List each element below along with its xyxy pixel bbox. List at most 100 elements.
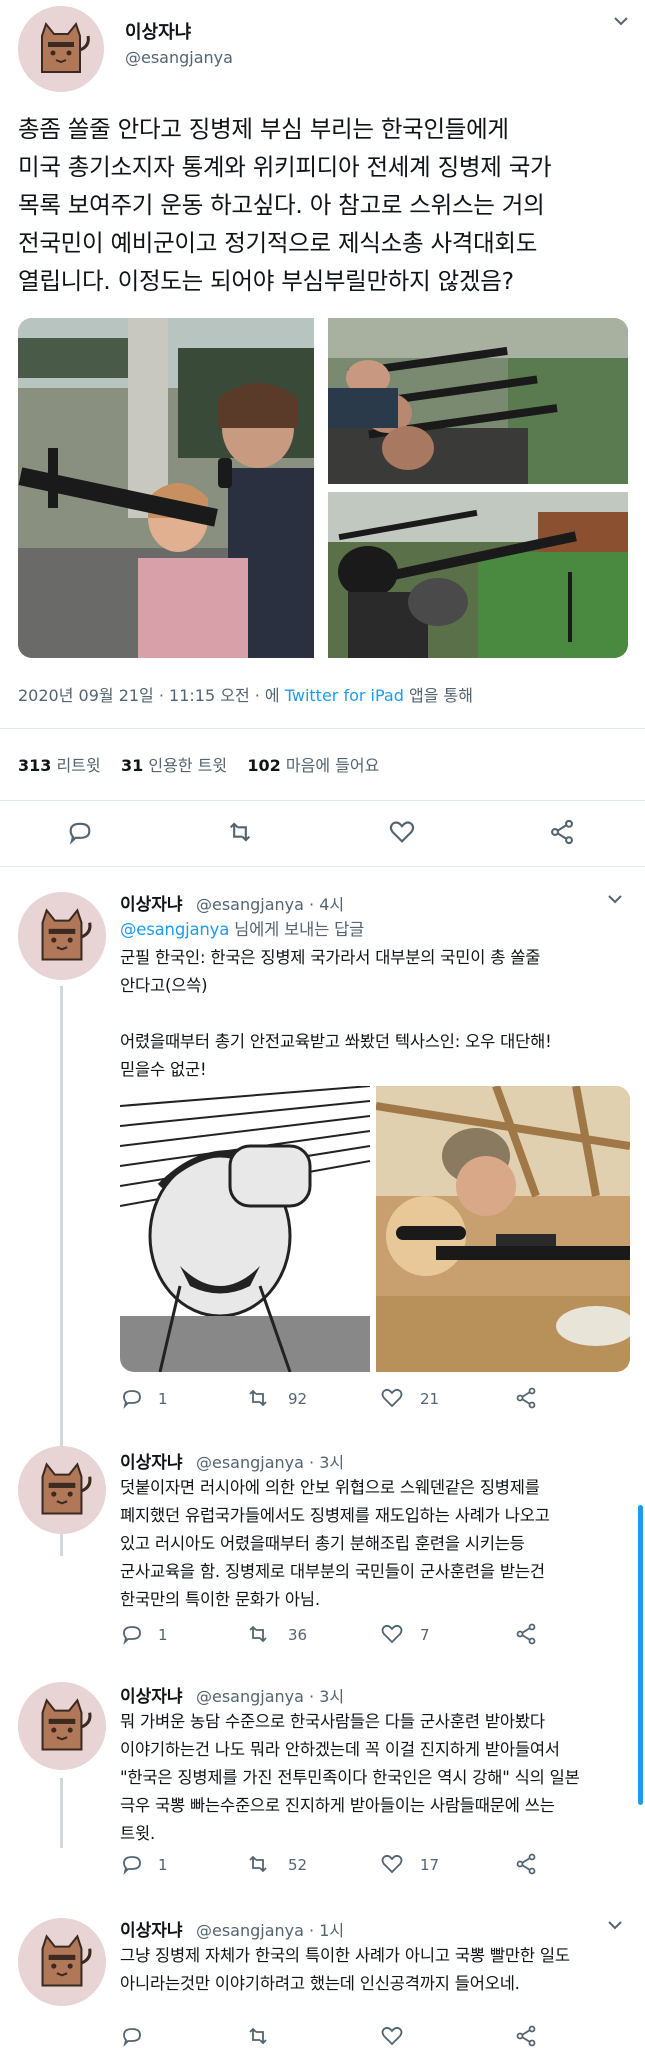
retweet-icon[interactable] xyxy=(226,818,254,846)
photo-child-shooting-rifle[interactable] xyxy=(376,1086,630,1372)
avatar[interactable] xyxy=(18,1446,106,1534)
chevron-down-icon[interactable] xyxy=(612,12,630,30)
reply-text-line: 덧붙이자면 러시아에 의한 안보 위협으로 스웨덴같은 징병제를 xyxy=(120,1478,540,1497)
reply-icon[interactable] xyxy=(120,2024,144,2048)
avatar[interactable] xyxy=(18,6,104,92)
reply-text: 그냥 징병제 자체가 한국의 특이한 사례가 아니고 국뽕 빨만한 일도 아니라… xyxy=(120,1942,630,1998)
retweet-icon[interactable] xyxy=(246,1852,270,1876)
photo-image xyxy=(328,318,628,484)
like-label[interactable]: 마음에 들어요 xyxy=(286,756,379,775)
retweet-icon[interactable] xyxy=(246,1386,270,1410)
tweet-date: 2020년 09월 21일 · 11:15 오전 · 에 xyxy=(18,686,280,705)
photo-manga-facepalm[interactable] xyxy=(120,1086,370,1372)
retweet-count[interactable]: 313 xyxy=(18,756,51,775)
divider xyxy=(0,728,645,729)
reply-icon[interactable] xyxy=(120,1852,144,1876)
photo-image xyxy=(18,318,314,658)
cat-avatar-icon xyxy=(18,892,106,980)
client-link[interactable]: Twitter for iPad xyxy=(285,686,404,705)
share-icon[interactable] xyxy=(514,1852,538,1876)
retweet-count: 36 xyxy=(288,1626,308,1644)
reply-author-name[interactable]: 이상자냐 xyxy=(120,890,183,915)
reply-icon[interactable] xyxy=(120,1386,144,1410)
reply-text-line: 어렸을때부터 총기 안전교육받고 쏴봤던 텍사스인: 오우 대단해! xyxy=(120,1032,552,1051)
reply-author-name[interactable]: 이상자냐 xyxy=(120,1682,183,1707)
reply-handle-time[interactable]: @esangjanya · 3시 xyxy=(196,1683,344,1707)
share-icon[interactable] xyxy=(514,1386,538,1410)
tweet-text-line: 열립니다. 이정도는 되어야 부심부릴만하지 않겠음? xyxy=(18,267,514,295)
reply-to-suffix: 님에게 보내는 답글 xyxy=(234,920,365,939)
reply-text-line: 아니라는것만 이야기하려고 했는데 인신공격까지 들어오네. xyxy=(120,1974,520,1993)
reply-text-line: 믿을수 없군! xyxy=(120,1060,207,1079)
like-icon[interactable] xyxy=(388,818,416,846)
tweet-text-line: 목록 보여주기 운동 하고싶다. 아 참고로 스위스는 거의 xyxy=(18,191,545,219)
retweet-icon[interactable] xyxy=(246,1622,270,1646)
retweet-icon[interactable] xyxy=(246,2024,270,2048)
reply-text-line: 이야기하는건 나도 뭐라 안하겠는데 꼭 이걸 진지하게 받아들여서 xyxy=(120,1740,560,1759)
author-handle[interactable]: @esangjanya xyxy=(125,48,233,67)
photo-image xyxy=(120,1086,370,1372)
like-icon[interactable] xyxy=(380,2024,404,2048)
reply-handle-time[interactable]: @esangjanya · 3시 xyxy=(196,1449,344,1473)
avatar[interactable] xyxy=(18,892,106,980)
like-count: 7 xyxy=(420,1626,430,1644)
like-icon[interactable] xyxy=(380,1852,404,1876)
reply-text-line: "한국은 징병제를 가진 전투민족이다 한국인은 역시 강해" 식의 일본 xyxy=(120,1768,580,1787)
tweet-text: 총좀 쏠줄 안다고 징병제 부심 부리는 한국인들에게 미국 총기소지자 통계와… xyxy=(18,110,628,300)
retweet-label[interactable]: 리트윗 xyxy=(57,756,101,775)
quote-count[interactable]: 31 xyxy=(121,756,143,775)
share-icon[interactable] xyxy=(514,2024,538,2048)
photo-rifle-line-outdoor[interactable] xyxy=(328,492,628,658)
chevron-down-icon[interactable] xyxy=(606,1916,624,1934)
reply-text-line xyxy=(120,1000,630,1028)
reply-handle-time[interactable]: @esangjanya · 4시 xyxy=(196,891,344,915)
like-icon[interactable] xyxy=(380,1386,404,1410)
tweet-stats: 313 리트윗 31 인용한 트윗 102 마음에 들어요 xyxy=(18,752,379,776)
divider xyxy=(0,866,645,867)
reply-count: 1 xyxy=(158,1856,168,1874)
scrollbar[interactable] xyxy=(638,1505,643,1805)
reply-icon[interactable] xyxy=(66,818,94,846)
reply-count: 1 xyxy=(158,1390,168,1408)
chevron-down-icon[interactable] xyxy=(606,890,624,908)
reply-text: 군필 한국인: 한국은 징병제 국가라서 대부분의 국민이 총 쏠줄 안다고(으… xyxy=(120,944,630,1084)
reply-text: 뭐 가벼운 농담 수준으로 한국사람들은 다들 군사훈련 받아봤다 이야기하는건… xyxy=(120,1708,630,1848)
thread-connector xyxy=(60,1778,63,1848)
client-suffix: 앱을 통해 xyxy=(408,686,473,705)
cat-avatar-icon xyxy=(18,1918,106,2006)
avatar[interactable] xyxy=(18,1682,106,1770)
reply-to-line: @esangjanya 님에게 보내는 답글 xyxy=(120,916,364,944)
avatar[interactable] xyxy=(18,1918,106,2006)
reply-text-line: 트윗. xyxy=(120,1824,156,1843)
like-count: 21 xyxy=(420,1390,440,1408)
reply-count: 1 xyxy=(158,1626,168,1644)
reply-author-name[interactable]: 이상자냐 xyxy=(120,1916,183,1941)
cat-avatar-icon xyxy=(18,1446,106,1534)
reply-text-line: 있고 러시아도 어렸을때부터 총기 분해조립 훈련을 시키는등 xyxy=(120,1534,525,1553)
tweet-text-line: 전국민이 예비군이고 정기적으로 제식소총 사격대회도 xyxy=(18,229,538,257)
cat-avatar-icon xyxy=(18,1682,106,1770)
reply-text-line: 그냥 징병제 자체가 한국의 특이한 사례가 아니고 국뽕 빨만한 일도 xyxy=(120,1946,570,1965)
reply-author-name[interactable]: 이상자냐 xyxy=(120,1448,183,1473)
like-count[interactable]: 102 xyxy=(247,756,280,775)
reply-icon[interactable] xyxy=(120,1622,144,1646)
reply-text-line: 안다고(으쓱) xyxy=(120,976,208,995)
share-icon[interactable] xyxy=(548,818,576,846)
photo-shooting-range-mother-daughter[interactable] xyxy=(18,318,314,658)
like-icon[interactable] xyxy=(380,1622,404,1646)
retweet-count: 92 xyxy=(288,1390,308,1408)
tweet-text-line: 미국 총기소지자 통계와 위키피디아 전세계 징병제 국가 xyxy=(18,153,552,181)
reply-text-line: 한국만의 특이한 문화가 아님. xyxy=(120,1590,320,1609)
like-count: 17 xyxy=(420,1856,440,1874)
share-icon[interactable] xyxy=(514,1622,538,1646)
cat-avatar-icon xyxy=(18,6,104,92)
photo-swiss-shooting-competition[interactable] xyxy=(328,318,628,484)
author-name[interactable]: 이상자냐 xyxy=(125,18,191,44)
reply-text-line: 군사교육을 함. 징병제로 대부분의 국민들이 군사훈련을 받는건 xyxy=(120,1562,545,1581)
quote-label[interactable]: 인용한 트윗 xyxy=(148,756,227,775)
reply-handle-time[interactable]: @esangjanya · 1시 xyxy=(196,1917,344,1941)
tweet-metadata: 2020년 09월 21일 · 11:15 오전 · 에 Twitter for… xyxy=(18,682,473,706)
retweet-count: 52 xyxy=(288,1856,308,1874)
reply-text-line: 극우 국뽕 빠는수준으로 진지하게 받아들이는 사람들때문에 쓰는 xyxy=(120,1796,555,1815)
reply-to-handle[interactable]: @esangjanya xyxy=(120,920,229,939)
